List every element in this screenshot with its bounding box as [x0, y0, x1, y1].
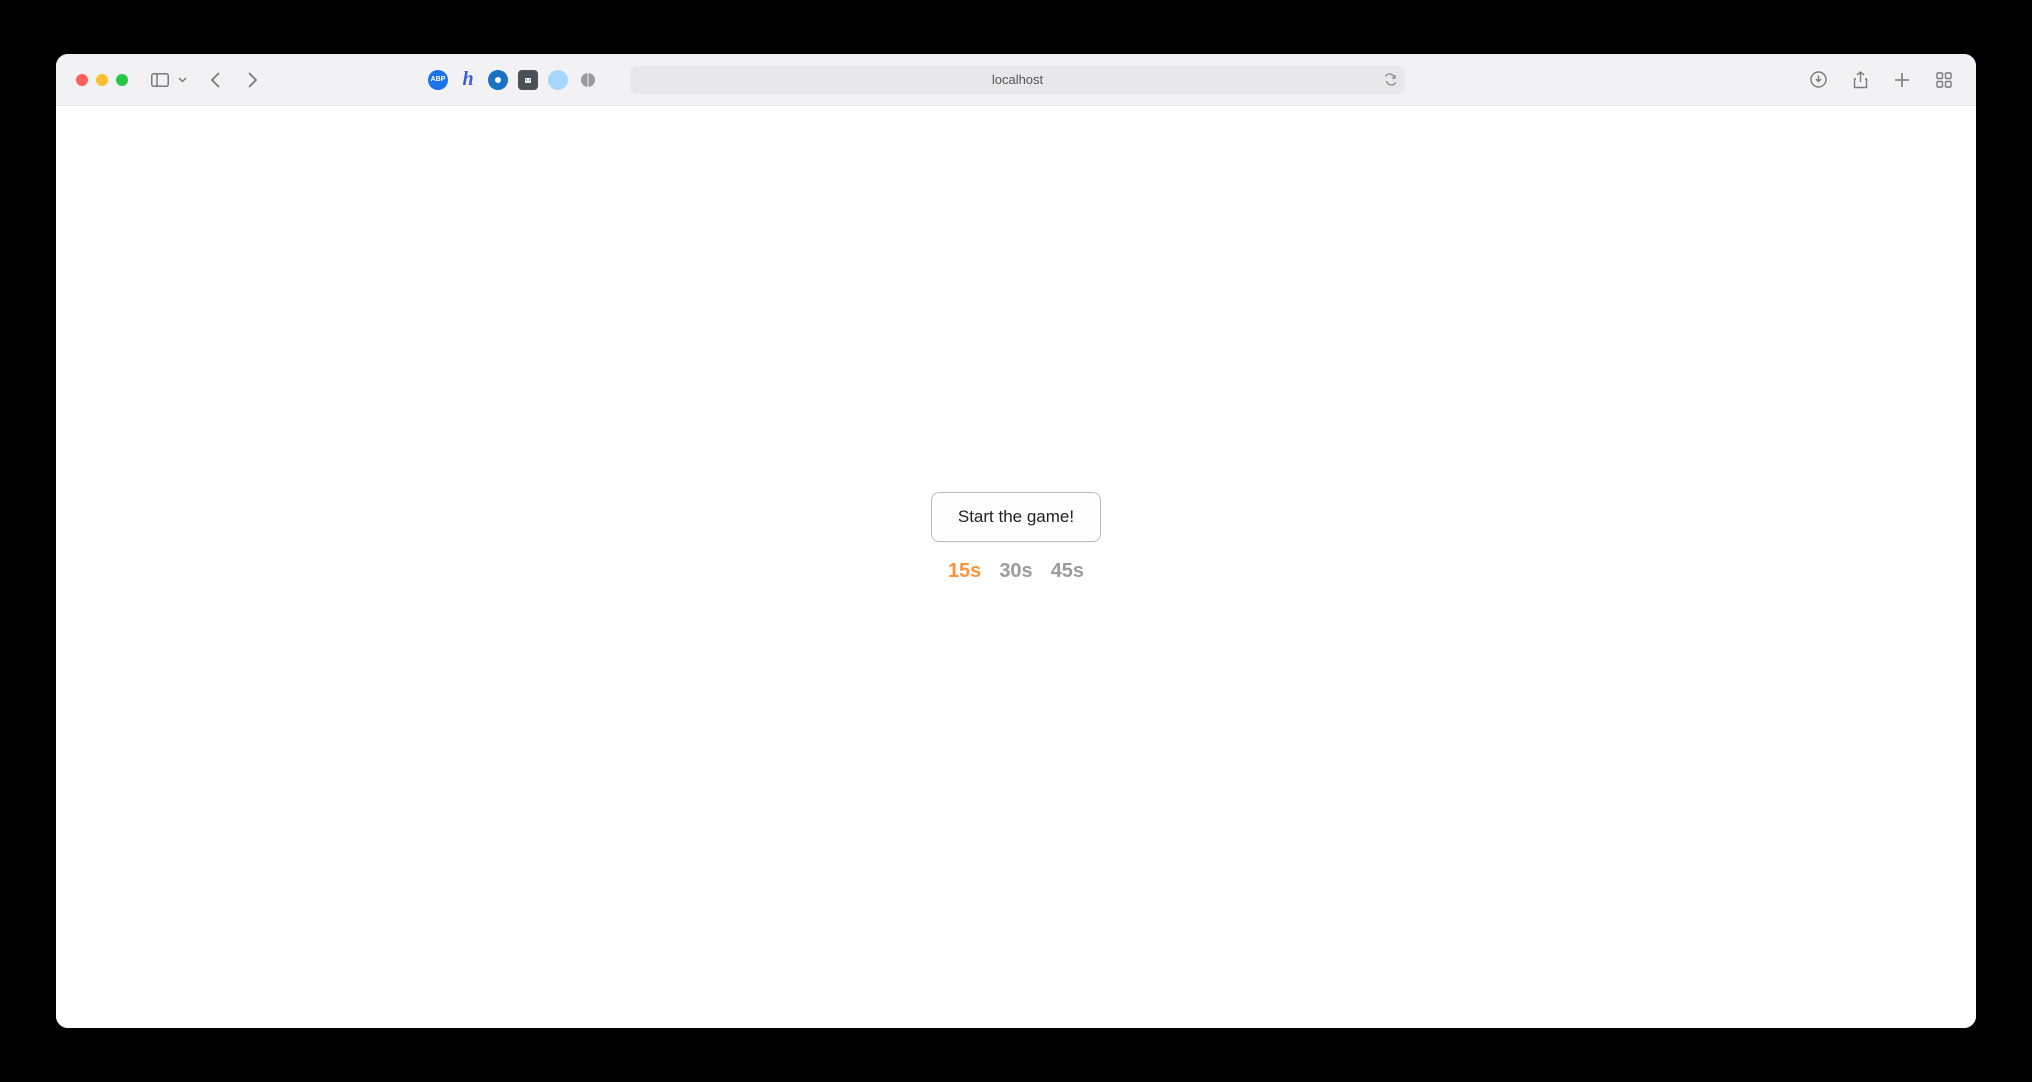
minimize-window-button[interactable]	[96, 74, 108, 86]
address-bar[interactable]: localhost	[630, 66, 1405, 94]
tab-overview-icon[interactable]	[1932, 68, 1956, 92]
browser-window: ABP h localhost	[56, 54, 1976, 1028]
extension-label: h	[462, 68, 473, 91]
extension-robot-icon[interactable]	[518, 70, 538, 90]
extension-honey-icon[interactable]: h	[458, 70, 478, 90]
time-option-30s[interactable]: 30s	[999, 560, 1032, 583]
time-option-15s[interactable]: 15s	[948, 560, 981, 583]
address-text: localhost	[992, 72, 1043, 87]
start-game-button[interactable]: Start the game!	[931, 492, 1101, 542]
window-controls	[76, 74, 128, 86]
share-icon[interactable]	[1848, 68, 1872, 92]
time-options: 15s 30s 45s	[948, 560, 1084, 583]
time-option-45s[interactable]: 45s	[1051, 560, 1084, 583]
new-tab-icon[interactable]	[1890, 68, 1914, 92]
maximize-window-button[interactable]	[116, 74, 128, 86]
back-button[interactable]	[204, 68, 228, 92]
sidebar-dropdown-icon[interactable]	[176, 68, 188, 92]
extension-circle-icon[interactable]	[548, 70, 568, 90]
extension-shield-icon[interactable]	[578, 70, 598, 90]
browser-toolbar: ABP h localhost	[56, 54, 1976, 106]
extension-label: ABP	[431, 76, 446, 83]
close-window-button[interactable]	[76, 74, 88, 86]
sidebar-toggle-button[interactable]	[148, 68, 172, 92]
downloads-icon[interactable]	[1806, 68, 1830, 92]
page-content: Start the game! 15s 30s 45s	[56, 106, 1976, 1028]
extension-adblock-icon[interactable]: ABP	[428, 70, 448, 90]
extension-octo-icon[interactable]	[488, 70, 508, 90]
forward-button[interactable]	[240, 68, 264, 92]
browser-extensions: ABP h	[428, 70, 598, 90]
reload-icon[interactable]	[1384, 73, 1397, 86]
